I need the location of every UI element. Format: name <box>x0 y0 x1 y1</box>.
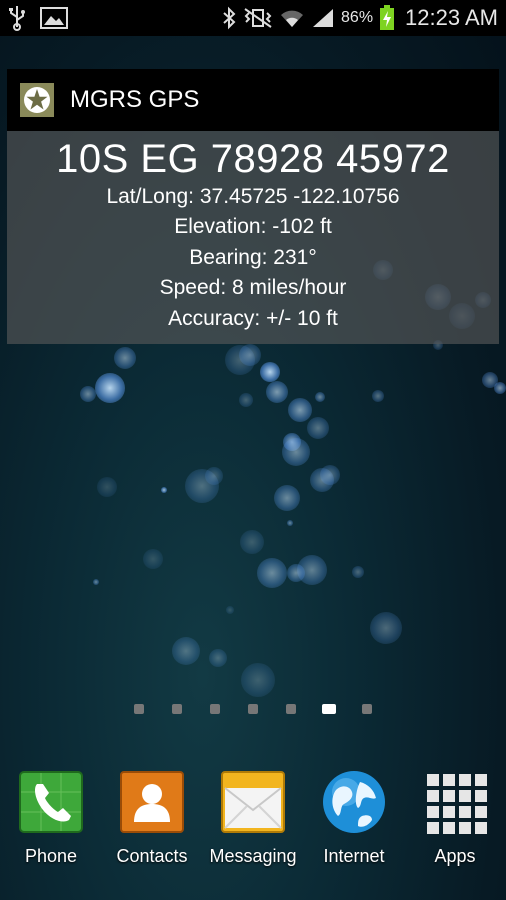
apps-grid-icon <box>423 770 487 834</box>
dock-label: Internet <box>323 846 385 866</box>
bokeh-spot <box>205 467 223 485</box>
picture-icon <box>40 7 68 29</box>
bokeh-spot <box>283 433 301 451</box>
star-logo-icon <box>20 83 54 117</box>
bokeh-spot <box>239 393 253 407</box>
dock-label: Messaging <box>209 846 297 866</box>
page-dot[interactable] <box>134 704 144 714</box>
battery-charging-icon <box>379 5 395 31</box>
lat-long: Lat/Long: 37.45725 -122.10756 <box>106 185 400 208</box>
clock: 12:23 AM <box>405 5 498 30</box>
bokeh-spot <box>282 438 310 466</box>
bokeh-spot <box>307 417 329 439</box>
page-indicator[interactable] <box>0 704 506 716</box>
dock-label: Contacts <box>116 846 188 866</box>
elevation: Elevation: -102 ft <box>174 215 332 239</box>
accuracy: Accuracy: +/- 10 ft <box>168 306 338 330</box>
usb-icon <box>8 5 26 31</box>
page-dot[interactable] <box>286 704 296 714</box>
dock-phone[interactable]: Phone <box>1 770 101 867</box>
bokeh-spot <box>297 555 327 585</box>
bokeh-spot <box>372 390 384 402</box>
page-dot-active[interactable] <box>322 704 336 714</box>
page-dot[interactable] <box>210 704 220 714</box>
bokeh-spot <box>287 564 305 582</box>
bokeh-spot <box>143 549 163 569</box>
bokeh-spot <box>80 386 96 402</box>
widget-title: MGRS GPS <box>70 86 200 113</box>
bokeh-spot <box>310 468 334 492</box>
dock: Phone Contacts Messaging Internet Apps <box>0 770 506 900</box>
gps-widget[interactable]: 10S EG 78928 45972 Lat/Long: 37.45725 -1… <box>7 131 499 344</box>
bokeh-spot <box>352 566 364 578</box>
bokeh-spot <box>97 477 117 497</box>
battery-percent: 86% <box>341 9 374 26</box>
signal-icon <box>311 7 335 29</box>
dock-label: Phone <box>24 846 78 866</box>
bokeh-spot <box>185 469 219 503</box>
bokeh-spot <box>239 344 261 366</box>
messaging-icon <box>221 770 285 834</box>
dock-internet[interactable]: Internet <box>304 770 404 867</box>
bokeh-spot <box>209 649 227 667</box>
bokeh-spot <box>287 520 293 526</box>
page-dot[interactable] <box>362 704 372 714</box>
widget-header[interactable]: MGRS GPS <box>7 69 499 131</box>
phone-icon <box>19 770 83 834</box>
bokeh-spot <box>266 381 288 403</box>
bokeh-spot <box>320 465 340 485</box>
bokeh-spot <box>370 612 402 644</box>
globe-icon <box>322 770 386 834</box>
bokeh-spot <box>95 373 125 403</box>
bokeh-spot <box>482 372 498 388</box>
dock-messaging[interactable]: Messaging <box>203 770 303 867</box>
mgrs-coordinate: 10S EG 78928 45972 <box>56 137 450 181</box>
bokeh-spot <box>225 345 255 375</box>
bokeh-spot <box>161 487 167 493</box>
page-dot[interactable] <box>172 704 182 714</box>
vibrate-mute-icon <box>243 7 273 29</box>
bokeh-spot <box>114 347 136 369</box>
bokeh-spot <box>257 558 287 588</box>
bokeh-spot <box>172 637 200 665</box>
contacts-icon <box>120 770 184 834</box>
status-bar: 86% 12:23 AM <box>0 0 506 36</box>
dock-label: Apps <box>434 846 476 866</box>
page-dot[interactable] <box>248 704 258 714</box>
bokeh-spot <box>315 392 325 402</box>
speed: Speed: 8 miles/hour <box>159 276 347 300</box>
bluetooth-icon <box>221 6 237 30</box>
bokeh-spot <box>274 485 300 511</box>
bokeh-spot <box>260 362 280 382</box>
bokeh-spot <box>288 398 312 422</box>
bokeh-spot <box>240 530 264 554</box>
bokeh-spot <box>226 606 234 614</box>
bokeh-spot <box>241 663 275 697</box>
bokeh-spot <box>93 579 99 585</box>
wifi-icon <box>279 7 305 29</box>
bearing: Bearing: 231° <box>189 245 317 269</box>
bokeh-spot <box>494 382 506 394</box>
dock-contacts[interactable]: Contacts <box>102 770 202 867</box>
dock-apps[interactable]: Apps <box>405 770 505 867</box>
